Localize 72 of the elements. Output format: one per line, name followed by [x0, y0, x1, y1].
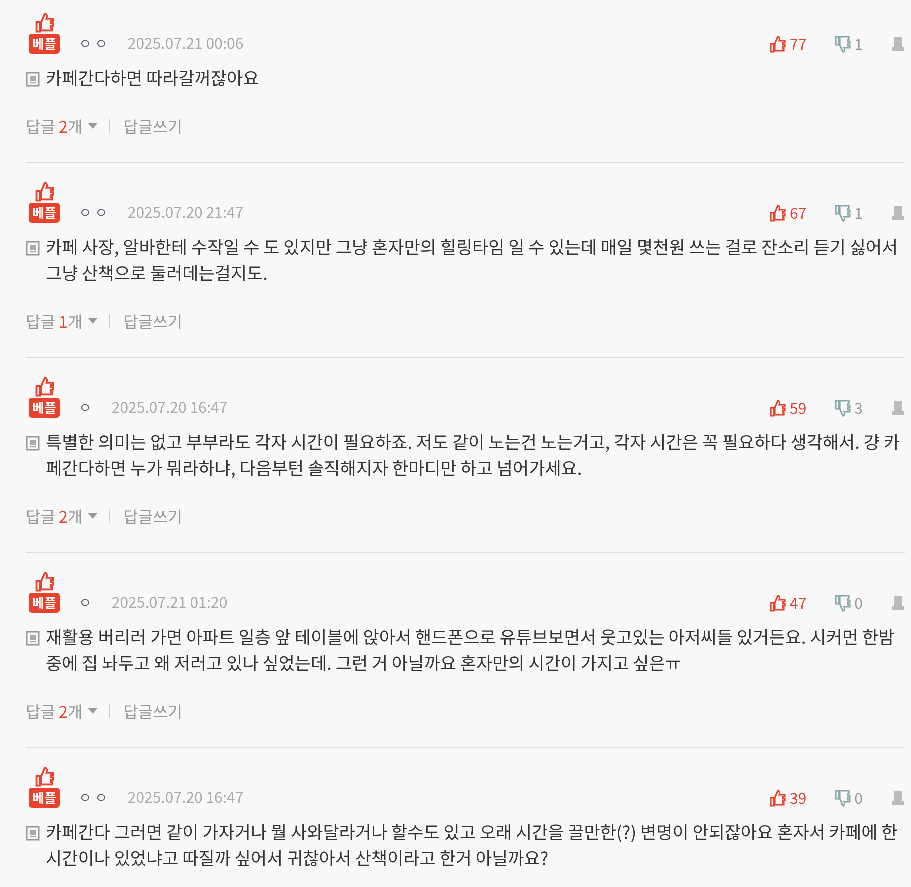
best-badge: 베플	[28, 788, 60, 808]
comment-date: 2025.07.21 00:06	[128, 34, 244, 54]
thumbs-up-icon	[34, 377, 54, 397]
author-name: ㅇ	[79, 593, 92, 613]
dislike-button[interactable]: 1	[834, 34, 863, 54]
author-name: ㅇ ㅇ	[79, 34, 108, 54]
report-button[interactable]	[891, 400, 905, 416]
comment-text: 재활용 버리러 가면 아파트 일층 앞 테이블에 앉아서 핸드폰으로 유튜브보면서 웃고있는 아저씨들 있거든요. 시커먼 한밤중에 집 놔두고 왜 저러고 있나 싶었는데. 그런 거 아닐까요 혼자만의 시간이 가지고 싶은ㅠ	[46, 625, 896, 677]
author-name: ㅇ ㅇ	[79, 203, 108, 223]
comment-date: 2025.07.20 21:47	[128, 203, 244, 223]
dislike-button[interactable]: 3	[834, 398, 863, 418]
comment-date: 2025.07.20 16:47	[112, 398, 228, 418]
write-reply-link[interactable]: 답글쓰기	[124, 114, 183, 138]
best-badge: 베플	[28, 203, 60, 223]
write-reply-link[interactable]: 답글쓰기	[124, 309, 183, 333]
caret-icon	[86, 317, 99, 325]
author-name: ㅇ ㅇ	[79, 788, 108, 808]
comment-date: 2025.07.20 16:47	[128, 788, 244, 808]
thumbs-up-icon	[34, 182, 54, 202]
thumbs-up-icon	[34, 572, 54, 592]
dislike-button[interactable]: 1	[834, 202, 863, 224]
replies-toggle[interactable]: 답글 2개	[26, 699, 99, 723]
author-name: ㅇ	[79, 398, 92, 418]
best-badge: 베플	[28, 593, 60, 613]
report-icon	[891, 36, 905, 52]
dislike-button[interactable]: 0	[834, 788, 863, 808]
caret-icon	[86, 122, 99, 130]
memo-icon	[26, 826, 40, 841]
thumbs-down-icon	[834, 790, 851, 806]
like-button[interactable]: 67	[770, 202, 807, 224]
thumbs-up-icon	[770, 790, 786, 806]
thumbs-up-icon	[34, 13, 54, 33]
comment-date: 2025.07.21 01:20	[112, 593, 228, 613]
thumbs-down-icon	[834, 204, 851, 222]
report-button[interactable]	[891, 205, 905, 221]
comment-text: 특별한 의미는 없고 부부라도 각자 시간이 필요하죠. 저도 같이 노는건 노는거고, 각자 시간은 꼭 필요하다 생각해서. 걍 카페간다하면 누가 뭐라하냐, 다음부턴 솔직해지자 한마디만 하고 넘어가세요.	[46, 430, 902, 482]
like-button[interactable]: 39	[770, 788, 807, 808]
replies-toggle[interactable]: 답글 1개	[26, 309, 99, 333]
like-button[interactable]: 77	[770, 34, 807, 54]
memo-icon	[26, 631, 40, 646]
report-button[interactable]	[891, 790, 905, 806]
report-icon	[891, 595, 905, 611]
report-icon	[891, 790, 905, 806]
report-icon	[891, 205, 905, 221]
dislike-button[interactable]: 0	[834, 592, 863, 614]
write-reply-link[interactable]: 답글쓰기	[124, 699, 183, 723]
thumbs-down-icon	[834, 594, 851, 612]
thumbs-up-icon	[770, 400, 786, 416]
replies-toggle[interactable]: 답글 2개	[26, 114, 99, 138]
memo-icon	[26, 436, 40, 451]
report-button[interactable]	[891, 595, 905, 611]
like-button[interactable]: 59	[770, 398, 807, 418]
best-badge: 베플	[28, 34, 60, 54]
comment-text: 카페 사장, 알바한테 수작일 수 도 있지만 그냥 혼자만의 힐링타임 일 수 있는데 매일 몇천원 쓰는 걸로 잔소리 듣기 싫어서 그냥 산책으로 둘러데는걸지도.	[46, 235, 900, 287]
write-reply-link[interactable]: 답글쓰기	[124, 504, 183, 528]
thumbs-up-icon	[770, 36, 786, 52]
thumbs-down-icon	[834, 400, 851, 416]
thumbs-up-icon	[34, 767, 54, 787]
thumbs-down-icon	[834, 36, 851, 52]
report-icon	[891, 400, 905, 416]
comment-text: 카페간다 그러면 같이 가자거나 뭘 사와달라거나 할수도 있고 오래 시간을 끌만한(?) 변명이 안되잖아요 혼자서 카페에 한시간이나 있었냐고 따질까 싶어서 귀찮아서 산책이라고 한거 아닐까요?	[46, 820, 899, 872]
caret-icon	[86, 707, 99, 715]
caret-icon	[86, 512, 99, 520]
thumbs-up-icon	[770, 204, 786, 222]
best-badge: 베플	[28, 398, 60, 418]
thumbs-up-icon	[770, 594, 786, 612]
comment-text: 카페간다하면 따라갈꺼잖아요	[46, 66, 260, 92]
like-button[interactable]: 47	[770, 592, 807, 614]
memo-icon	[26, 72, 40, 87]
memo-icon	[26, 241, 40, 256]
report-button[interactable]	[891, 36, 905, 52]
replies-toggle[interactable]: 답글 2개	[26, 504, 99, 528]
